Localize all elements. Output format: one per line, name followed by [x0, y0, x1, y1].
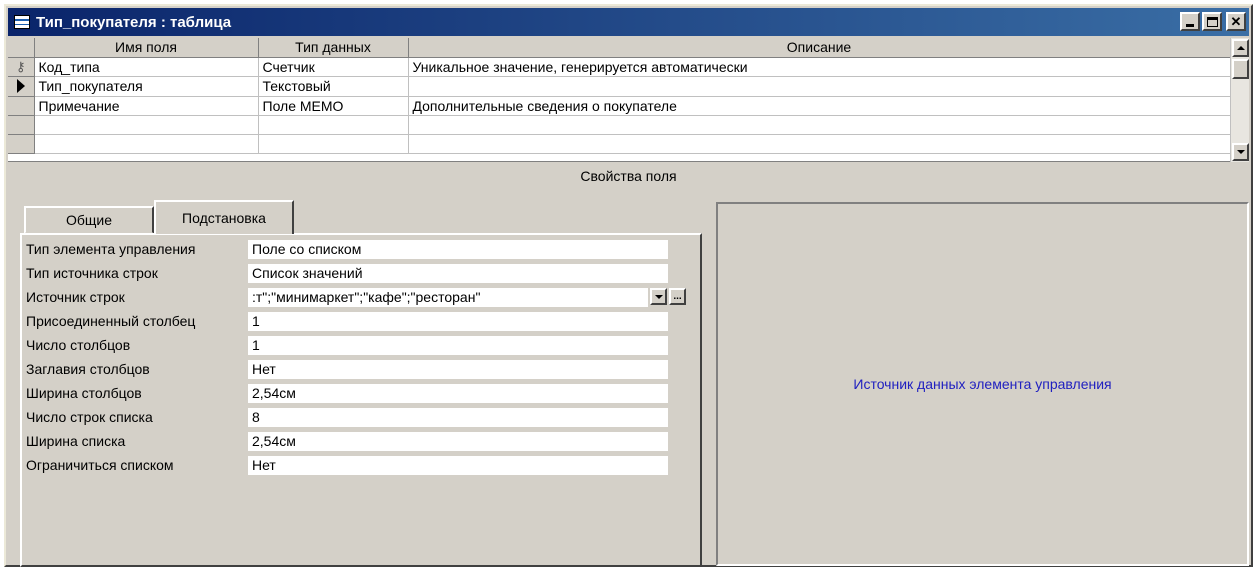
property-label: Число столбцов [26, 337, 131, 353]
window-controls: ✕ [1180, 12, 1246, 31]
minimize-icon [1186, 24, 1194, 27]
property-row[interactable]: Число строк списка 8 [26, 407, 668, 427]
property-row[interactable]: Присоединенный столбец 1 [26, 311, 668, 331]
property-value[interactable]: Нет [248, 455, 668, 475]
maximize-button[interactable] [1202, 12, 1222, 31]
row-selector[interactable] [8, 96, 35, 116]
property-label: Ширина столбцов [26, 385, 142, 401]
minimize-button[interactable] [1180, 12, 1200, 31]
property-row[interactable]: Число столбцов 1 [26, 335, 668, 355]
field-name-cell[interactable]: Тип_покупателя [34, 76, 259, 97]
property-value[interactable]: Поле со списком [248, 239, 668, 259]
scroll-down-button[interactable] [1232, 143, 1249, 161]
help-text: Источник данных элемента управления [853, 376, 1112, 392]
close-button[interactable]: ✕ [1226, 12, 1246, 31]
row-selector[interactable]: ⚷ [8, 57, 35, 77]
property-label: Число строк списка [26, 409, 153, 425]
description-cell[interactable] [408, 76, 1231, 97]
column-header-description[interactable]: Описание [408, 38, 1231, 58]
row-source-field[interactable]: :т";"минимаркет";"кафе";"ресторан" [248, 287, 648, 307]
scroll-up-button[interactable] [1232, 39, 1249, 57]
property-value[interactable]: Список значений [248, 263, 668, 283]
property-row[interactable]: Заглавия столбцов Нет [26, 359, 668, 379]
tab-lookup[interactable]: Подстановка [154, 200, 294, 234]
key-icon: ⚷ [15, 59, 26, 74]
builder-button[interactable]: ... [669, 288, 686, 305]
property-label: Тип элемента управления [26, 241, 196, 257]
row-selector[interactable] [8, 134, 35, 154]
table-row[interactable]: Тип_покупателя Текстовый [8, 76, 1231, 97]
row-pointer-icon [16, 78, 25, 93]
property-row[interactable]: Тип элемента управления Поле со списком [26, 239, 668, 259]
column-header-data-type[interactable]: Тип данных [258, 38, 409, 58]
description-cell[interactable]: Дополнительные сведения о покупателе [408, 96, 1231, 116]
property-value[interactable]: 1 [248, 335, 668, 355]
property-value[interactable]: Нет [248, 359, 668, 379]
property-value[interactable]: 8 [248, 407, 668, 427]
vertical-scrollbar[interactable] [1230, 38, 1249, 162]
data-type-cell[interactable]: Счетчик [258, 57, 409, 77]
description-cell[interactable] [408, 134, 1231, 154]
maximize-icon [1206, 16, 1218, 27]
field-properties-header: Свойства поля [580, 168, 677, 184]
description-cell[interactable] [408, 115, 1231, 135]
data-type-cell[interactable] [258, 134, 409, 154]
property-help-pane: Источник данных элемента управления [716, 202, 1249, 566]
selector-header[interactable] [8, 38, 35, 58]
table-row[interactable] [8, 134, 1231, 154]
chevron-down-icon [654, 294, 663, 299]
row-selector[interactable] [8, 76, 35, 97]
field-name-cell[interactable] [34, 134, 259, 154]
property-value[interactable]: 1 [248, 311, 668, 331]
property-label: Ограничиться списком [26, 457, 174, 473]
table-row[interactable] [8, 115, 1231, 135]
table-row[interactable]: Примечание Поле MEMO Дополнительные свед… [8, 96, 1231, 116]
tab-general[interactable]: Общие [24, 206, 154, 234]
property-label: Присоединенный столбец [26, 313, 196, 329]
property-row[interactable]: Ширина столбцов 2,54см [26, 383, 668, 403]
property-value[interactable]: 2,54см [248, 431, 668, 451]
property-label: Заглавия столбцов [26, 361, 150, 377]
arrow-down-icon [1236, 150, 1245, 154]
row-selector[interactable] [8, 115, 35, 135]
dropdown-button[interactable] [650, 288, 667, 305]
description-cell[interactable]: Уникальное значение, генерируется автома… [408, 57, 1231, 77]
field-grid: Имя поля Тип данных Описание ⚷ Код_типа … [8, 38, 1249, 162]
title-bar[interactable]: Тип_покупателя : таблица ✕ [8, 8, 1249, 36]
property-row[interactable]: Источник строк :т";"минимаркет";"кафе";"… [26, 287, 686, 307]
window-title: Тип_покупателя : таблица [36, 13, 232, 31]
table-row[interactable]: ⚷ Код_типа Счетчик Уникальное значение, … [8, 57, 1231, 77]
close-icon: ✕ [1230, 14, 1242, 29]
arrow-up-icon [1236, 46, 1245, 50]
property-label: Источник строк [26, 289, 125, 305]
property-row[interactable]: Ширина списка 2,54см [26, 431, 668, 451]
field-name-cell[interactable]: Код_типа [34, 57, 259, 77]
data-type-cell[interactable]: Поле MEMO [258, 96, 409, 116]
ellipsis-icon: ... [673, 291, 682, 302]
data-type-cell[interactable]: Текстовый [258, 76, 409, 97]
column-header-field-name[interactable]: Имя поля [34, 38, 259, 58]
property-row[interactable]: Ограничиться списком Нет [26, 455, 668, 475]
data-type-cell[interactable] [258, 115, 409, 135]
property-label: Ширина списка [26, 433, 126, 449]
field-name-cell[interactable]: Примечание [34, 96, 259, 116]
table-icon [14, 15, 30, 29]
row-source-value[interactable]: :т";"минимаркет";"кафе";"ресторан" [252, 289, 480, 305]
property-value[interactable]: 2,54см [248, 383, 668, 403]
property-label: Тип источника строк [26, 265, 158, 281]
scroll-thumb[interactable] [1232, 59, 1249, 79]
lookup-properties-panel: Тип элемента управления Поле со списком … [20, 233, 702, 567]
property-row[interactable]: Тип источника строк Список значений [26, 263, 668, 283]
field-name-cell[interactable] [34, 115, 259, 135]
table-design-window: Тип_покупателя : таблица ✕ Имя поля Тип … [4, 4, 1253, 567]
